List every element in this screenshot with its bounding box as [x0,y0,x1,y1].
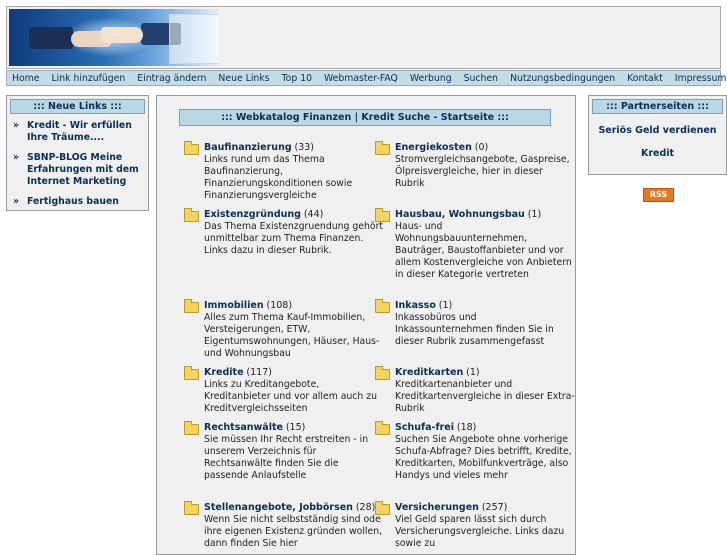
category-entry[interactable]: Hausbau, Wohnungsbau (1) Haus- und Wohnu… [375,208,575,281]
new-link-item[interactable]: » SBNP-BLOG Meine Erfahrungen mit dem In… [13,152,142,188]
bullet-icon: » [13,152,20,163]
category-name[interactable]: Schufa-frei [395,422,454,433]
partner-link[interactable]: Seriös Geld verdienen [589,125,726,136]
category-count: (1) [438,300,453,311]
folder-icon [375,421,390,435]
category-name[interactable]: Kreditkarten [395,367,463,378]
folder-icon [184,501,199,515]
category-description: Stromvergleichsangebote, Gaspreise, Ölpr… [395,154,570,189]
category-count: (28) [355,502,376,513]
category-name[interactable]: Rechtsanwälte [204,422,283,433]
folder-icon [375,366,390,380]
folder-icon [184,421,199,435]
category-entry[interactable]: Energiekosten (0) Stromvergleichsangebot… [375,141,575,190]
nav-eintrag-aendern[interactable]: Eintrag ändern [137,73,206,84]
category-name[interactable]: Kredite [204,367,244,378]
bullet-icon: » [13,120,20,131]
category-name[interactable]: Stellenangebote, Jobbörsen [204,502,353,513]
nav-webmaster-faq[interactable]: Webmaster-FAQ [324,73,398,84]
bullet-icon: » [13,196,20,207]
nav-neue-links[interactable]: Neue Links [218,73,269,84]
nav-top-10[interactable]: Top 10 [282,73,312,84]
category-entry[interactable]: Schufa-frei (18) Suchen Sie Angebote ohn… [375,421,575,482]
nav-werbung[interactable]: Werbung [410,73,452,84]
category-description: Kreditkartenanbieter und Kreditkartenver… [395,379,575,414]
category-count: (117) [246,367,272,378]
category-entry[interactable]: Baufinanzierung (33) Links rund um das T… [184,141,384,202]
category-count: (15) [285,422,306,433]
category-entry[interactable]: Kreditkarten (1) Kreditkartenanbieter un… [375,366,575,415]
nav-home[interactable]: Home [12,73,39,84]
partner-sites-box: ::: Partnerseiten ::: Seriös Geld verdie… [588,95,727,175]
banner-hand-right [101,27,143,43]
category-entry[interactable]: Rechtsanwälte (15) Sie müssen Ihr Recht … [184,421,384,482]
category-name[interactable]: Inkasso [395,300,436,311]
category-count: (108) [266,300,293,311]
catalog-main-box: ::: Webkatalog Finanzen | Kredit Suche -… [156,95,576,555]
partner-sites-title: ::: Partnerseiten ::: [592,99,723,114]
category-entry[interactable]: Existenzgründung (44) Das Thema Existenz… [184,208,384,257]
category-description: Inkassobüros und Inkassounternehmen find… [395,312,554,347]
folder-icon [184,366,199,380]
folder-icon [375,208,390,222]
category-entry[interactable]: Versicherungen (257) Viel Geld sparen lä… [375,501,575,550]
banner-fade-panel [169,14,219,64]
folder-icon [375,501,390,515]
folder-icon [184,141,199,155]
site-header [6,6,721,69]
partner-link[interactable]: Kredit [589,148,726,159]
nav-kontakt[interactable]: Kontakt [627,73,663,84]
new-link-item[interactable]: » Fertighaus bauen [13,196,142,208]
category-count: (33) [294,142,315,153]
new-link-label[interactable]: Kredit - Wir erfüllen Ihre Träume.... [27,120,142,144]
nav-suchen[interactable]: Suchen [464,73,498,84]
nav-nutzungsbedingungen[interactable]: Nutzungsbedingungen [510,73,615,84]
category-name[interactable]: Hausbau, Wohnungsbau [395,209,525,220]
category-count: (0) [474,142,489,153]
new-link-label[interactable]: Fertighaus bauen [27,196,119,208]
new-links-title: ::: Neue Links ::: [10,99,145,114]
category-entry[interactable]: Inkasso (1) Inkassobüros und Inkassounte… [375,299,575,348]
folder-icon [375,299,390,313]
nav-link-hinzufuegen[interactable]: Link hinzufügen [51,73,125,84]
new-links-box: ::: Neue Links ::: » Kredit - Wir erfüll… [6,95,149,211]
category-count: (257) [481,502,508,513]
category-description: Das Thema Existenzgruendung gehört unmit… [204,221,384,256]
category-count: (1) [466,367,480,378]
category-name[interactable]: Energiekosten [395,142,472,153]
category-description: Links rund um das Thema Baufinanzierung,… [204,154,353,201]
rss-feed-button[interactable]: RSS [643,188,674,202]
banner-sleeve-left [29,27,73,49]
category-name[interactable]: Versicherungen [395,502,479,513]
category-name[interactable]: Immobilien [204,300,264,311]
category-description: Links zu Kreditangebote, Kreditanbieter … [204,379,378,414]
category-count: (44) [303,209,324,220]
category-name[interactable]: Baufinanzierung [204,142,292,153]
category-description: Haus- und Wohnungsbauunternehmen, Bauträ… [395,221,572,280]
category-entry[interactable]: Stellenangebote, Jobbörsen (28) Wenn Sie… [184,501,384,550]
main-navigation: Home Link hinzufügen Eintrag ändern Neue… [6,70,726,86]
category-name[interactable]: Existenzgründung [204,209,301,220]
new-links-list: » Kredit - Wir erfüllen Ihre Träume.... … [13,120,142,208]
header-banner-image[interactable] [9,9,219,66]
category-count: (1) [527,209,542,220]
new-link-label[interactable]: SBNP-BLOG Meine Erfahrungen mit dem Inte… [27,152,142,188]
category-description: Sie müssen Ihr Recht erstreiten - in uns… [204,434,369,481]
category-entry[interactable]: Kredite (117) Links zu Kreditangebote, K… [184,366,384,415]
nav-impressum[interactable]: Impressum [675,73,727,84]
category-description: Suchen Sie Angebote ohne vorherige Schuf… [395,434,572,481]
folder-icon [184,208,199,222]
new-link-item[interactable]: » Kredit - Wir erfüllen Ihre Träume.... [13,120,142,144]
category-entry[interactable]: Immobilien (108) Alles zum Thema Kauf-Im… [184,299,384,360]
category-description: Alles zum Thema Kauf-Immobilien, Verstei… [204,312,380,359]
folder-icon [375,141,390,155]
catalog-title: ::: Webkatalog Finanzen | Kredit Suche -… [179,109,551,126]
category-count: (18) [456,422,477,433]
folder-icon [184,299,199,313]
